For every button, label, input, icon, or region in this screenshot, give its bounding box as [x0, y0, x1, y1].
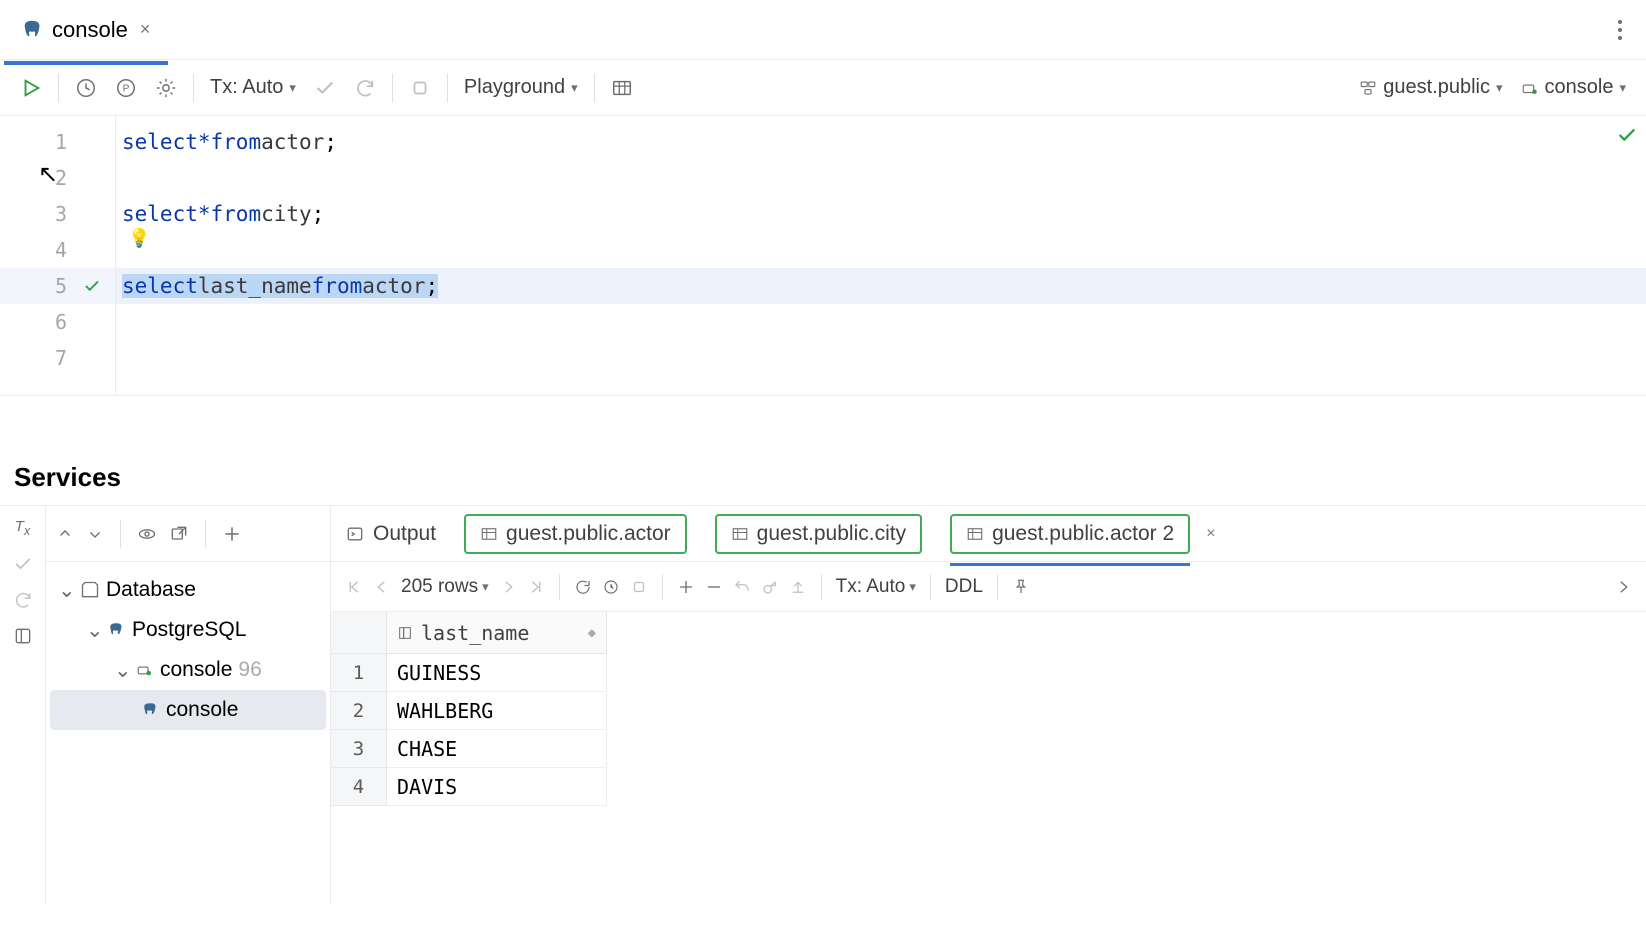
- gutter-line: 5: [0, 268, 115, 304]
- first-page-icon[interactable]: [345, 578, 363, 596]
- code-line[interactable]: [116, 160, 1646, 196]
- check-icon[interactable]: [13, 554, 33, 574]
- sort-icon[interactable]: ◆: [588, 625, 596, 641]
- expand-right-icon[interactable]: [1614, 578, 1632, 596]
- row-number[interactable]: 3: [331, 730, 386, 768]
- gutter-line: 7: [0, 340, 115, 376]
- delete-row-icon[interactable]: [705, 578, 723, 596]
- result-table[interactable]: 1234 last_name ◆ GUINESSWAHLBERGCHASEDAV…: [331, 612, 1646, 806]
- result-tabs: Output guest.public.actor guest.public.c…: [331, 506, 1646, 562]
- services-tree[interactable]: ⌄ Database ⌄ PostgreSQL ⌄ console 96 con…: [46, 562, 330, 738]
- gutter-line: 6: [0, 304, 115, 340]
- gutter-line: 1: [0, 124, 115, 160]
- next-page-icon[interactable]: [499, 578, 517, 596]
- svg-text:P: P: [123, 83, 130, 94]
- gutter-line: 4: [0, 232, 115, 268]
- close-icon[interactable]: ×: [140, 19, 151, 40]
- column-header-last-name[interactable]: last_name ◆: [387, 612, 607, 654]
- code-line[interactable]: [116, 232, 1646, 268]
- more-icon[interactable]: [1606, 20, 1634, 40]
- session-picker[interactable]: console▾: [1515, 76, 1632, 99]
- rollback-icon[interactable]: [348, 71, 382, 105]
- pin-icon[interactable]: [1012, 578, 1030, 596]
- expand-down-icon[interactable]: [86, 525, 104, 543]
- revert-icon[interactable]: [733, 578, 751, 596]
- editor-code[interactable]: 💡 select * from actor; select * from city…: [115, 116, 1646, 395]
- gutter-line: 3: [0, 196, 115, 232]
- tree-node-database[interactable]: ⌄ Database: [50, 570, 326, 610]
- tx-mode-dropdown[interactable]: Tx: Auto▾: [204, 76, 302, 99]
- result-tx-dropdown[interactable]: Tx: Auto ▾: [836, 576, 916, 598]
- result-tab-city[interactable]: guest.public.city: [715, 514, 922, 554]
- services-result-panel: Output guest.public.actor guest.public.c…: [331, 506, 1646, 905]
- row-count-dropdown[interactable]: 205 rows ▾: [401, 576, 489, 598]
- inspection-ok-icon[interactable]: [1616, 124, 1638, 146]
- code-line[interactable]: select * from actor;: [116, 124, 1646, 160]
- result-tab-actor[interactable]: guest.public.actor: [464, 514, 687, 554]
- row-number[interactable]: 2: [331, 692, 386, 730]
- open-new-icon[interactable]: [169, 524, 189, 544]
- layout-icon[interactable]: [13, 626, 33, 646]
- show-icon[interactable]: [137, 524, 157, 544]
- code-line[interactable]: [116, 304, 1646, 340]
- code-line[interactable]: select last_name from actor;: [116, 268, 1646, 304]
- services-tree-panel: ⌄ Database ⌄ PostgreSQL ⌄ console 96 con…: [46, 506, 331, 905]
- schema-picker[interactable]: guest.public▾: [1353, 76, 1508, 99]
- editor-tab-console[interactable]: console ×: [12, 9, 160, 51]
- postgres-icon: [22, 19, 44, 41]
- row-number[interactable]: 4: [331, 768, 386, 806]
- rollback-small-icon[interactable]: [13, 590, 33, 610]
- services-panel-title: Services: [0, 452, 1646, 505]
- stop-icon[interactable]: [403, 71, 437, 105]
- output-tab[interactable]: Output: [345, 522, 436, 546]
- history-icon[interactable]: [69, 71, 103, 105]
- collapse-up-icon[interactable]: [56, 525, 74, 543]
- last-page-icon[interactable]: [527, 578, 545, 596]
- ddl-button[interactable]: DDL: [945, 576, 983, 598]
- tx-label-icon: Tx: [15, 518, 30, 538]
- lightbulb-icon[interactable]: 💡: [128, 228, 150, 249]
- schedule-icon[interactable]: [602, 578, 620, 596]
- mouse-cursor-icon: ↖: [38, 160, 58, 189]
- add-icon[interactable]: [222, 524, 242, 544]
- tree-node-console-file[interactable]: console: [50, 690, 326, 730]
- services-tree-toolbar: [46, 506, 330, 562]
- sql-toolbar: P Tx: Auto▾ Playground▾ guest.public▾ co…: [0, 60, 1646, 116]
- upload-icon[interactable]: [789, 578, 807, 596]
- table-cell[interactable]: CHASE: [387, 730, 607, 768]
- code-line[interactable]: [116, 340, 1646, 376]
- tree-node-session[interactable]: ⌄ console 96: [50, 650, 326, 690]
- table-cell[interactable]: WAHLBERG: [387, 692, 607, 730]
- explain-icon[interactable]: P: [109, 71, 143, 105]
- code-line[interactable]: select * from city;: [116, 196, 1646, 232]
- sql-editor[interactable]: 1234567 💡 select * from actor; select * f…: [0, 116, 1646, 396]
- table-cell[interactable]: DAVIS: [387, 768, 607, 806]
- refresh-icon[interactable]: [574, 578, 592, 596]
- editor-tab-title: console: [52, 17, 128, 43]
- services-left-gutter: Tx: [0, 506, 46, 905]
- result-toolbar: 205 rows ▾ Tx: Auto ▾ DDL: [331, 562, 1646, 612]
- commit-icon[interactable]: [308, 71, 342, 105]
- result-tab-actor2[interactable]: guest.public.actor 2: [950, 514, 1190, 554]
- tree-node-postgresql[interactable]: ⌄ PostgreSQL: [50, 610, 326, 650]
- settings-icon[interactable]: [149, 71, 183, 105]
- table-corner: [331, 612, 386, 654]
- table-cell[interactable]: GUINESS: [387, 654, 607, 692]
- submit-icon[interactable]: [761, 578, 779, 596]
- editor-tab-bar: console ×: [0, 0, 1646, 60]
- prev-page-icon[interactable]: [373, 578, 391, 596]
- table-view-icon[interactable]: [605, 71, 639, 105]
- close-result-tab-icon[interactable]: ×: [1206, 525, 1215, 543]
- row-number[interactable]: 1: [331, 654, 386, 692]
- editor-gutter: 1234567: [0, 116, 115, 395]
- stop-small-icon[interactable]: [630, 578, 648, 596]
- add-row-icon[interactable]: [677, 578, 695, 596]
- services-panel: Tx ⌄ Database ⌄ PostgreSQL: [0, 505, 1646, 905]
- playground-dropdown[interactable]: Playground▾: [458, 76, 584, 99]
- run-icon[interactable]: [14, 71, 48, 105]
- line-ok-icon: [83, 277, 101, 295]
